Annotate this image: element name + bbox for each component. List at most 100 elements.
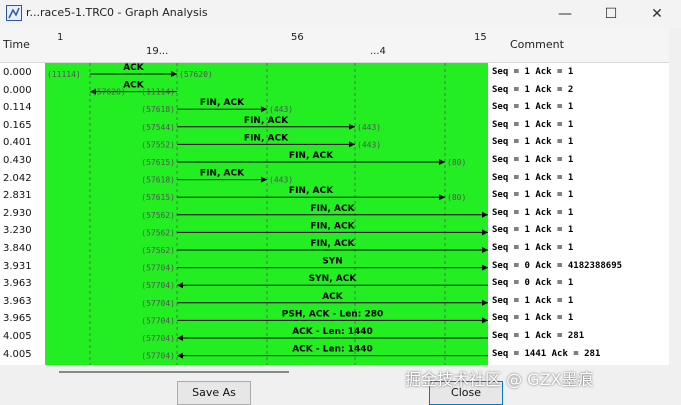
packet-label: SYN (322, 257, 343, 267)
packet-comment[interactable]: Seq = 1 Ack = 1 (492, 155, 573, 165)
time-column-header: Time (3, 38, 30, 51)
arrow-head (349, 123, 355, 130)
packet-time: 3.965 (3, 313, 32, 325)
app-icon (6, 5, 22, 21)
source-port: (57562) (141, 228, 175, 237)
packet-label: FIN, ACK (244, 116, 289, 126)
packet-time: 3.230 (3, 225, 32, 237)
packet-comment[interactable]: Seq = 1 Ack = 1 (492, 313, 573, 323)
packet-label: ACK - Len: 1440 (292, 345, 373, 355)
source-port: (57704) (141, 316, 175, 325)
packet-label: FIN, ACK (200, 169, 245, 179)
arrow-head (439, 159, 445, 165)
arrow-head (171, 71, 177, 77)
packet-comment[interactable]: Seq = 0 Ack = 4182388695 (492, 261, 622, 271)
packet-time: 2.042 (3, 172, 32, 184)
source-port: (57552) (141, 140, 175, 149)
node-label-5: ...4 (370, 46, 386, 57)
source-port: (57544) (141, 123, 175, 132)
packet-time: 2.930 (3, 207, 32, 219)
flow-graph: ACK (11114) (57620) ACK (11114) (57620) FIN, A… (45, 63, 488, 365)
packet-label: SYN, ACK (309, 274, 358, 284)
packet-label: FIN, ACK (289, 186, 334, 196)
destination-port: (80) (447, 158, 466, 167)
minimize-button[interactable]: — (542, 0, 588, 28)
arrow-head (177, 282, 183, 289)
packet-time: 4.005 (3, 348, 32, 360)
source-port: (11114) (47, 70, 81, 79)
packet-comment[interactable]: Seq = 1 Ack = 1 (492, 208, 573, 218)
graph-header: Time 1 56 15 19... ...4 Comment (0, 28, 681, 63)
node-label-3: 15 (474, 32, 487, 43)
packet-comment[interactable]: Seq = 1 Ack = 1 (492, 67, 573, 77)
packet-label: FIN, ACK (244, 133, 289, 143)
packet-time: 0.114 (3, 102, 32, 114)
source-port: (57562) (141, 246, 175, 255)
packet-comment[interactable]: Seq = 1 Ack = 281 (492, 331, 584, 341)
source-port: (57704) (141, 281, 175, 290)
source-port: (57618) (141, 105, 175, 114)
arrow-head (261, 176, 267, 183)
source-port: (57704) (141, 264, 175, 273)
packet-label: ACK (322, 292, 344, 302)
source-port: (57704) (141, 334, 175, 343)
arrow-head (177, 335, 183, 341)
comment-column-header: Comment (510, 38, 564, 51)
window-title: r...race5-1.TRC0 - Graph Analysis (26, 6, 208, 19)
packet-label: FIN, ACK (310, 239, 355, 249)
horizontal-scroll-thumb[interactable] (59, 371, 289, 373)
packet-comment[interactable]: Seq = 1 Ack = 2 (492, 85, 573, 95)
packet-time: 2.831 (3, 190, 32, 202)
title-bar: r...race5-1.TRC0 - Graph Analysis — ☐ ✕ (0, 0, 681, 29)
packet-label: FIN, ACK (310, 221, 355, 231)
vertical-scrollbar[interactable] (669, 28, 681, 404)
watermark: 掘金技术社区 @ GZX墨痕 (405, 370, 594, 389)
maximize-button[interactable]: ☐ (588, 0, 634, 28)
packet-comment[interactable]: Seq = 1 Ack = 1 (492, 296, 573, 306)
packet-comment[interactable]: Seq = 1 Ack = 1 (492, 173, 573, 183)
packet-time: 0.401 (3, 137, 32, 149)
source-port: (57562) (141, 211, 175, 220)
destination-port: (443) (357, 140, 381, 149)
packet-comment[interactable]: Seq = 1 Ack = 1 (492, 243, 573, 253)
packet-comment[interactable]: Seq = 1 Ack = 1 (492, 225, 573, 235)
packet-comment[interactable]: Seq = 0 Ack = 1 (492, 278, 573, 288)
packet-time: 3.840 (3, 243, 32, 254)
close-window-button[interactable]: ✕ (634, 0, 680, 28)
source-port: (57618) (141, 176, 175, 185)
packet-comment[interactable]: Seq = 1 Ack = 1 (492, 102, 573, 112)
node-label-4: 19... (146, 46, 169, 57)
arrow-head (261, 106, 267, 113)
source-port: (57704) (141, 352, 175, 361)
source-port: (11114) (141, 88, 175, 97)
source-port: (57615) (141, 193, 175, 202)
node-label-1: 1 (57, 32, 64, 43)
destination-port: (57620) (92, 88, 126, 97)
save-as-button[interactable]: Save As (177, 381, 251, 405)
packet-comment[interactable]: Seq = 1 Ack = 1 (492, 190, 573, 200)
packet-time: 3.931 (3, 260, 32, 272)
packet-label: FIN, ACK (200, 98, 245, 108)
packet-comment[interactable]: Seq = 1 Ack = 1 (492, 137, 573, 147)
packet-time: 4.005 (3, 331, 32, 342)
node-label-2: 56 (291, 32, 304, 43)
packet-comment[interactable]: Seq = 1441 Ack = 281 (492, 349, 600, 359)
packet-time: 0.430 (3, 155, 32, 166)
arrow-head (177, 352, 183, 359)
packet-comment[interactable]: Seq = 1 Ack = 1 (492, 120, 573, 130)
packet-time: 3.963 (3, 278, 32, 290)
source-port: (57704) (141, 299, 175, 308)
packet-label: FIN, ACK (310, 204, 355, 214)
packet-label: ACK (123, 63, 145, 73)
flow-graph-canvas: ACK (11114) (57620) ACK (11114) (57620) FIN, A… (47, 63, 488, 365)
packet-time: 3.963 (3, 295, 32, 307)
packet-time: 0.000 (3, 67, 32, 78)
packet-label: PSH, ACK - Len: 280 (282, 309, 383, 319)
packet-label: FIN, ACK (289, 151, 334, 161)
source-port: (57615) (141, 158, 175, 167)
destination-port: (443) (357, 123, 381, 132)
time-column: 0.000 0.000 0.114 0.165 0.401 0.430 2.042 2.831… (0, 63, 45, 365)
packet-time: 0.165 (3, 119, 32, 131)
destination-port: (443) (269, 176, 293, 185)
destination-port: (57620) (179, 70, 213, 79)
